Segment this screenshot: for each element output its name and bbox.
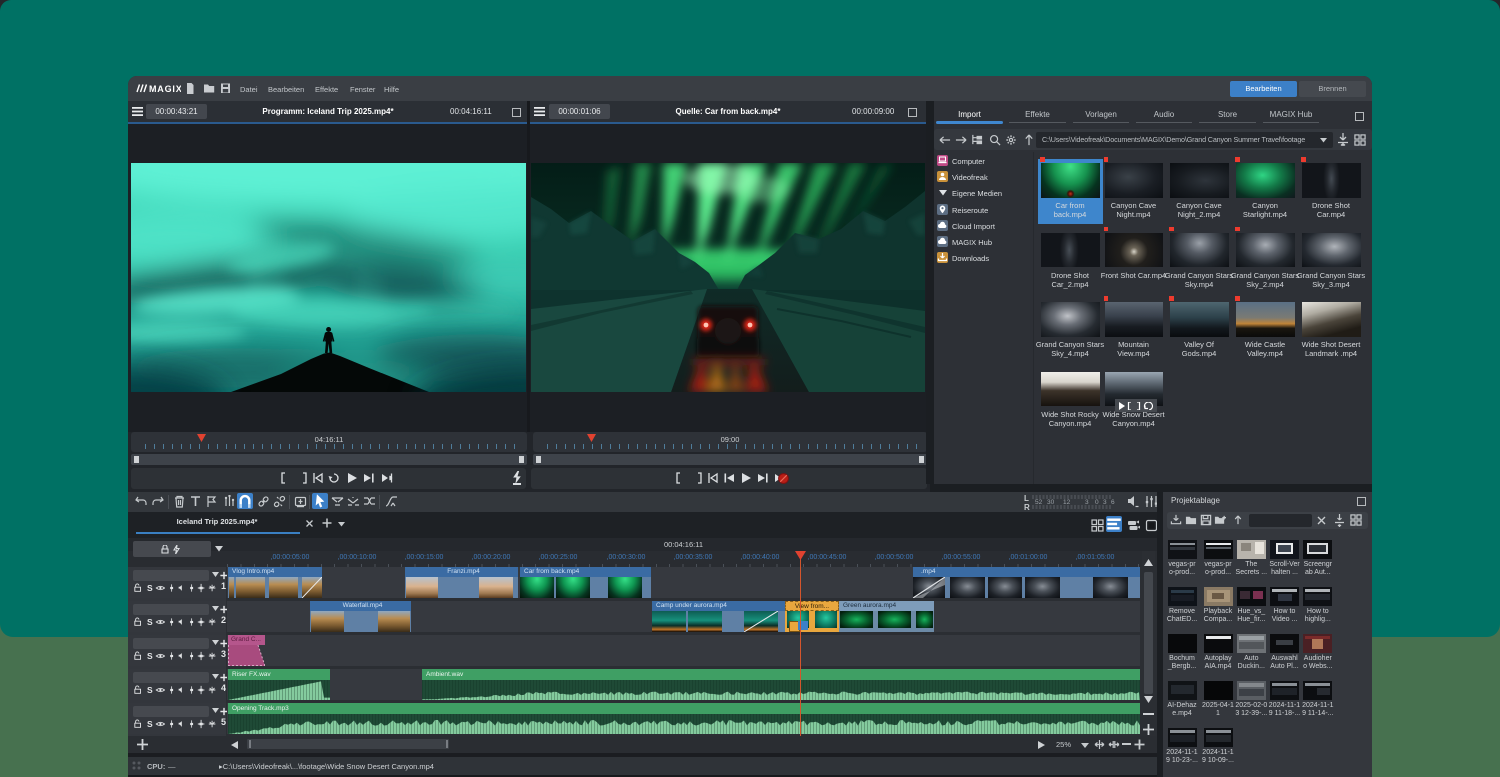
svg-text:MAGIX: MAGIX: [149, 84, 181, 94]
